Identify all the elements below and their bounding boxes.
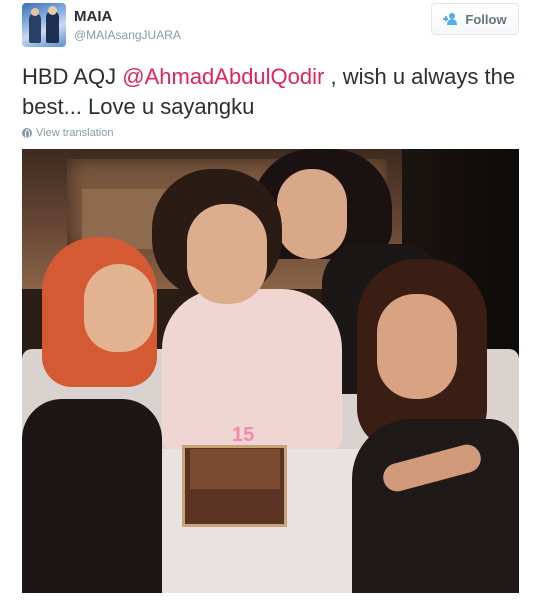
tweet-card: MAIA @MAIAsangJUARA Follow HBD AQJ @Ahma… bbox=[0, 0, 548, 600]
avatar-figure-right bbox=[46, 11, 59, 43]
tweet-text: HBD AQJ @AhmadAbdulQodir , wish u always… bbox=[22, 62, 522, 122]
person-4-face bbox=[377, 294, 457, 399]
person-3-face bbox=[277, 169, 347, 259]
follow-button[interactable]: Follow bbox=[431, 3, 519, 35]
display-name[interactable]: MAIA bbox=[74, 8, 112, 25]
avatar-head-right bbox=[48, 6, 57, 15]
number-candle: 15 bbox=[232, 424, 255, 446]
screen-name[interactable]: @MAIAsangJUARA bbox=[74, 28, 181, 42]
person-add-icon bbox=[443, 13, 459, 25]
cake-top bbox=[190, 449, 280, 489]
person-4-body bbox=[352, 419, 519, 593]
avatar-figure-left bbox=[29, 13, 41, 43]
view-translation-link[interactable]: View translation bbox=[22, 127, 113, 139]
person-2-face bbox=[187, 204, 267, 304]
person-1-face bbox=[84, 264, 154, 352]
globe-icon bbox=[22, 128, 32, 139]
mention-link[interactable]: @AhmadAbdulQodir bbox=[122, 64, 324, 89]
view-translation-label: View translation bbox=[36, 127, 114, 139]
person-1-body bbox=[22, 399, 162, 593]
follow-button-label: Follow bbox=[465, 11, 507, 27]
tweet-photo[interactable]: 15 bbox=[22, 149, 519, 593]
avatar-head-left bbox=[31, 8, 39, 16]
tweet-text-start: HBD AQJ bbox=[22, 64, 123, 89]
profile-avatar[interactable] bbox=[22, 3, 66, 47]
